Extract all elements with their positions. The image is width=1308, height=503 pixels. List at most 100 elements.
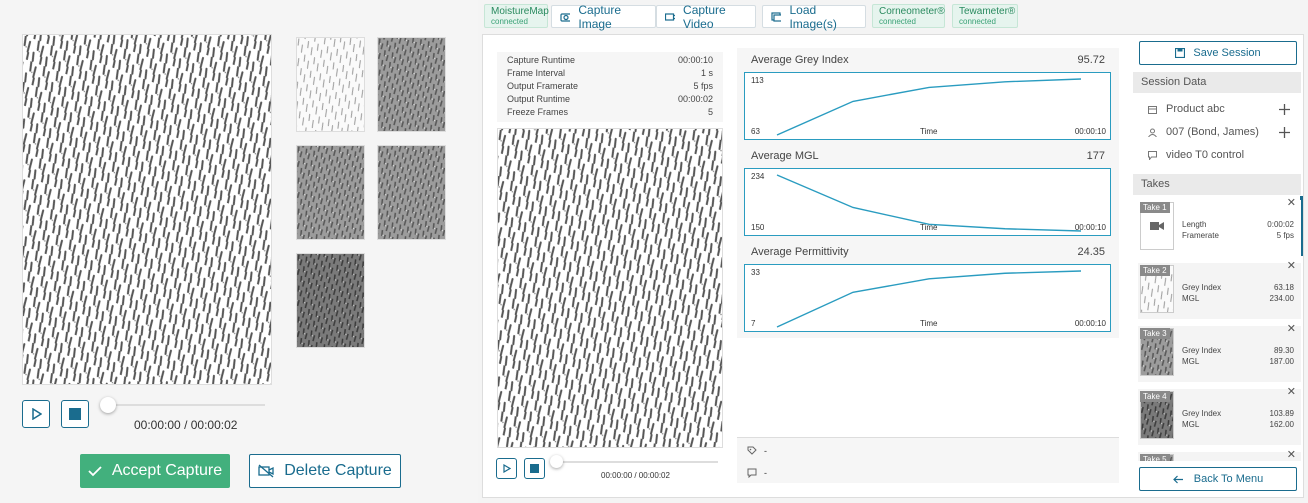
frame-thumbnail[interactable] bbox=[377, 37, 446, 132]
session-subject-row: 007 (Bond, James) bbox=[1148, 126, 1298, 142]
playback-time: 00:00:00 / 00:00:02 bbox=[134, 418, 238, 432]
take-item[interactable]: Take 1 Length 0:00:02 Framerate 5 fps ✕ bbox=[1138, 197, 1301, 256]
take-key: Length bbox=[1182, 220, 1207, 229]
calendar-icon bbox=[1148, 106, 1157, 114]
take-item[interactable]: Take 2 Grey Index 63.18 MGL 234.00 ✕ bbox=[1138, 260, 1301, 319]
delete-capture-button[interactable]: Delete Capture bbox=[249, 454, 401, 488]
plus-icon[interactable] bbox=[1279, 104, 1290, 115]
frame-thumbnail[interactable] bbox=[296, 253, 365, 348]
capture-info-panel: Capture Runtime 00:00:10 Frame Interval 1 s… bbox=[497, 52, 723, 122]
stop-button[interactable] bbox=[61, 400, 89, 428]
capture-info-value: 5 bbox=[707, 107, 713, 117]
preview-time: 00:00:00 / 00:00:02 bbox=[601, 471, 670, 480]
take-item[interactable]: Take 5 ✕ bbox=[1138, 449, 1301, 461]
take-label: Take 2 bbox=[1140, 265, 1170, 276]
capture-info-row: Freeze Frames 5 bbox=[507, 107, 713, 120]
metric-line-svg bbox=[776, 78, 1082, 136]
comment-value: - bbox=[764, 468, 767, 478]
take-key: Grey Index bbox=[1182, 409, 1222, 418]
metric-value: 24.35 bbox=[1077, 246, 1105, 258]
take-key: Grey Index bbox=[1182, 283, 1222, 292]
capture-info-label: Frame Interval bbox=[507, 68, 566, 78]
take-label: Take 3 bbox=[1140, 328, 1170, 339]
metric-plot: 33 7 Time 00:00:10 bbox=[744, 264, 1111, 332]
takes-header: Takes bbox=[1133, 174, 1301, 195]
check-icon bbox=[88, 466, 102, 477]
metric-value: 177 bbox=[1086, 150, 1105, 162]
accept-capture-button[interactable]: Accept Capture bbox=[80, 454, 230, 488]
save-icon bbox=[1175, 48, 1186, 58]
delete-video-icon bbox=[258, 464, 274, 478]
capture-info-value: 1 s bbox=[700, 68, 713, 78]
stop-icon bbox=[530, 464, 539, 473]
metric-line-svg bbox=[776, 270, 1082, 328]
preview-stop-button[interactable] bbox=[524, 458, 545, 479]
preview-slider-knob[interactable] bbox=[550, 455, 563, 468]
take-key: Grey Index bbox=[1182, 346, 1222, 355]
take-value: 103.89 bbox=[1269, 409, 1294, 418]
preview-slider-track[interactable] bbox=[556, 461, 718, 463]
take-key: Framerate bbox=[1182, 231, 1219, 240]
close-icon[interactable]: ✕ bbox=[1287, 385, 1296, 398]
capture-info-value: 5 fps bbox=[693, 81, 713, 91]
video-preview bbox=[497, 128, 723, 448]
metric-plot: 234 150 Time 00:00:10 bbox=[744, 168, 1111, 236]
metric-title: Average Grey Index bbox=[751, 54, 849, 66]
capture-info-label: Output Runtime bbox=[507, 94, 571, 104]
session-comment-row: video T0 control bbox=[1148, 149, 1298, 165]
metric-series-line bbox=[776, 78, 1082, 136]
close-icon[interactable]: ✕ bbox=[1287, 196, 1296, 209]
take-value: 162.00 bbox=[1269, 420, 1294, 429]
comment-icon bbox=[1148, 151, 1157, 160]
capture-review-pane: 00:00:00 / 00:00:02 Accept Capture Delet… bbox=[0, 0, 478, 503]
takes-list: Take 1 Length 0:00:02 Framerate 5 fps ✕ … bbox=[1133, 196, 1301, 461]
take-label: Take 5 bbox=[1140, 454, 1170, 461]
frame-thumbnail[interactable] bbox=[377, 145, 446, 240]
metric-title: Average Permittivity bbox=[751, 246, 849, 258]
save-session-button[interactable]: Save Session bbox=[1139, 41, 1297, 65]
take-value: 0:00:02 bbox=[1267, 220, 1294, 229]
frame-thumbnail[interactable] bbox=[296, 145, 365, 240]
play-icon bbox=[32, 408, 42, 420]
frame-thumbnail[interactable] bbox=[296, 37, 365, 132]
take-item[interactable]: Take 4 Grey Index 103.89 MGL 162.00 ✕ bbox=[1138, 386, 1301, 445]
capture-image-button[interactable]: Capture Image bbox=[551, 3, 656, 31]
take-item[interactable]: Take 3 Grey Index 89.30 MGL 187.00 ✕ bbox=[1138, 323, 1301, 382]
images-icon bbox=[771, 11, 782, 22]
metric-series-line bbox=[776, 270, 1082, 328]
stop-icon bbox=[69, 408, 81, 420]
camera-icon bbox=[560, 12, 571, 22]
take-value: 187.00 bbox=[1269, 357, 1294, 366]
close-icon[interactable]: ✕ bbox=[1287, 259, 1296, 272]
capture-info-row: Output Runtime 00:00:02 bbox=[507, 94, 713, 107]
session-product-row: Product abc bbox=[1148, 103, 1298, 119]
video-icon bbox=[665, 12, 676, 21]
corneometer-status: Corneometer® connected bbox=[872, 4, 945, 28]
play-button[interactable] bbox=[22, 400, 50, 428]
metric-line-svg bbox=[776, 174, 1082, 232]
take-value: 89.30 bbox=[1273, 346, 1294, 355]
metric-series-line bbox=[776, 174, 1082, 232]
take-value: 234.00 bbox=[1269, 294, 1294, 303]
session-data-header: Session Data bbox=[1133, 72, 1301, 93]
close-icon[interactable]: ✕ bbox=[1287, 448, 1296, 461]
back-to-menu-button[interactable]: Back To Menu bbox=[1139, 467, 1297, 491]
take-label: Take 1 bbox=[1140, 202, 1170, 213]
comment-icon bbox=[747, 468, 757, 478]
capture-info-value: 00:00:10 bbox=[677, 55, 713, 65]
metric-plot: 113 63 Time 00:00:10 bbox=[744, 72, 1111, 140]
arrow-left-icon bbox=[1172, 475, 1183, 483]
playback-slider-knob[interactable] bbox=[100, 397, 116, 413]
close-icon[interactable]: ✕ bbox=[1287, 322, 1296, 335]
capture-video-button[interactable]: Capture Video bbox=[656, 3, 756, 31]
plus-icon[interactable] bbox=[1279, 127, 1290, 138]
play-icon bbox=[503, 464, 511, 473]
metric-title: Average MGL bbox=[751, 150, 819, 162]
notes-panel: - - bbox=[737, 437, 1119, 483]
capture-info-value: 00:00:02 bbox=[677, 94, 713, 104]
capture-info-row: Capture Runtime 00:00:10 bbox=[507, 55, 713, 68]
playback-slider-track[interactable] bbox=[103, 404, 265, 406]
take-key: MGL bbox=[1182, 420, 1200, 429]
load-images-button[interactable]: Load Image(s) bbox=[762, 3, 866, 31]
preview-play-button[interactable] bbox=[496, 458, 517, 479]
